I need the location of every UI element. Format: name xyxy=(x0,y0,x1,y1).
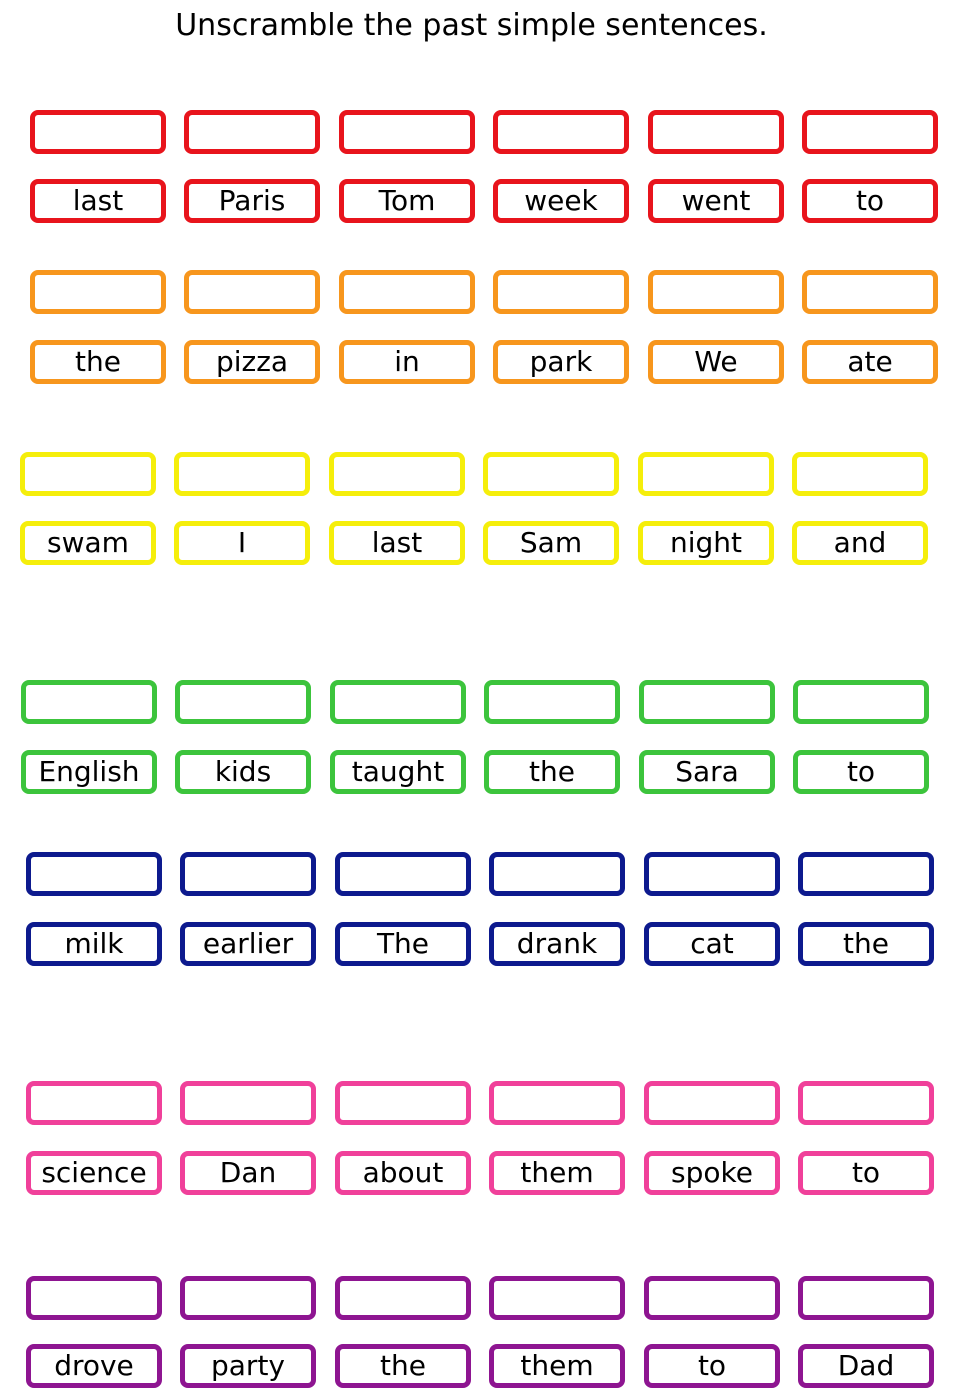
word-tile[interactable]: them xyxy=(489,1151,625,1195)
answer-slots-row xyxy=(26,1276,956,1320)
answer-slot[interactable] xyxy=(483,452,619,496)
answer-slot[interactable] xyxy=(174,452,310,496)
answer-slot[interactable] xyxy=(21,680,157,724)
word-tile[interactable]: park xyxy=(493,340,629,384)
answer-slots-row xyxy=(20,452,950,496)
answer-slot[interactable] xyxy=(175,680,311,724)
word-tile[interactable]: drove xyxy=(26,1344,162,1388)
word-tiles-row: milk earlier The drank cat the xyxy=(26,922,956,966)
answer-slot[interactable] xyxy=(798,1276,934,1320)
word-tile[interactable]: English xyxy=(21,750,157,794)
worksheet-title: Unscramble the past simple sentences. xyxy=(175,8,768,43)
word-tiles-row: last Paris Tom week went to xyxy=(30,179,957,223)
word-tile[interactable]: the xyxy=(335,1344,471,1388)
answer-slot[interactable] xyxy=(184,110,320,154)
word-tile[interactable]: cat xyxy=(644,922,780,966)
answer-slot[interactable] xyxy=(30,270,166,314)
answer-slot[interactable] xyxy=(648,270,784,314)
answer-slot[interactable] xyxy=(339,270,475,314)
answer-slot[interactable] xyxy=(489,852,625,896)
word-tile[interactable]: about xyxy=(335,1151,471,1195)
word-tile[interactable]: kids xyxy=(175,750,311,794)
answer-slot[interactable] xyxy=(180,1276,316,1320)
answer-slot[interactable] xyxy=(339,110,475,154)
answer-slots-row xyxy=(21,680,951,724)
answer-slot[interactable] xyxy=(330,680,466,724)
answer-slot[interactable] xyxy=(802,110,938,154)
answer-slot[interactable] xyxy=(335,1081,471,1125)
answer-slot[interactable] xyxy=(493,270,629,314)
answer-slot[interactable] xyxy=(644,1276,780,1320)
word-tile[interactable]: The xyxy=(335,922,471,966)
word-tile[interactable]: the xyxy=(484,750,620,794)
word-tile[interactable]: to xyxy=(802,179,938,223)
answer-slot[interactable] xyxy=(639,680,775,724)
answer-slot[interactable] xyxy=(180,1081,316,1125)
answer-slot[interactable] xyxy=(329,452,465,496)
word-tile[interactable]: last xyxy=(30,179,166,223)
word-tile[interactable]: Dad xyxy=(798,1344,934,1388)
answer-slot[interactable] xyxy=(644,1081,780,1125)
answer-slots-row xyxy=(26,852,956,896)
answer-slot[interactable] xyxy=(26,1081,162,1125)
answer-slot[interactable] xyxy=(180,852,316,896)
word-tile[interactable]: drank xyxy=(489,922,625,966)
answer-slot[interactable] xyxy=(489,1276,625,1320)
word-tile[interactable]: Paris xyxy=(184,179,320,223)
answer-slot[interactable] xyxy=(644,852,780,896)
answer-slot[interactable] xyxy=(489,1081,625,1125)
answer-slot[interactable] xyxy=(184,270,320,314)
word-tile[interactable]: night xyxy=(638,521,774,565)
word-tile[interactable]: pizza xyxy=(184,340,320,384)
word-tile[interactable]: Tom xyxy=(339,179,475,223)
word-tile[interactable]: Dan xyxy=(180,1151,316,1195)
word-tile[interactable]: the xyxy=(798,922,934,966)
answer-slot[interactable] xyxy=(26,852,162,896)
answer-slot[interactable] xyxy=(30,110,166,154)
answer-slot[interactable] xyxy=(793,680,929,724)
word-tile[interactable]: week xyxy=(493,179,629,223)
answer-slot[interactable] xyxy=(493,110,629,154)
word-tile[interactable]: We xyxy=(648,340,784,384)
answer-slots-row xyxy=(30,270,957,314)
answer-slot[interactable] xyxy=(792,452,928,496)
answer-slots-row xyxy=(26,1081,956,1125)
word-tiles-row: science Dan about them spoke to xyxy=(26,1151,956,1195)
word-tile[interactable]: party xyxy=(180,1344,316,1388)
word-tiles-row: the pizza in park We ate xyxy=(30,340,957,384)
answer-slot[interactable] xyxy=(20,452,156,496)
word-tile[interactable]: spoke xyxy=(644,1151,780,1195)
word-tiles-row: English kids taught the Sara to xyxy=(21,750,951,794)
answer-slot[interactable] xyxy=(648,110,784,154)
word-tile[interactable]: I xyxy=(174,521,310,565)
answer-slot[interactable] xyxy=(335,1276,471,1320)
word-tile[interactable]: them xyxy=(489,1344,625,1388)
word-tile[interactable]: the xyxy=(30,340,166,384)
word-tile[interactable]: to xyxy=(644,1344,780,1388)
word-tile[interactable]: to xyxy=(793,750,929,794)
answer-slot[interactable] xyxy=(798,1081,934,1125)
answer-slot[interactable] xyxy=(638,452,774,496)
word-tile[interactable]: went xyxy=(648,179,784,223)
word-tiles-row: swam Ilast Sam night and xyxy=(20,521,950,565)
word-tile[interactable]: to xyxy=(798,1151,934,1195)
answer-slot[interactable] xyxy=(802,270,938,314)
word-tile[interactable]: swam xyxy=(20,521,156,565)
word-tile[interactable]: earlier xyxy=(180,922,316,966)
word-tile[interactable]: Sara xyxy=(639,750,775,794)
word-tile[interactable]: taught xyxy=(330,750,466,794)
answer-slot[interactable] xyxy=(798,852,934,896)
word-tile[interactable]: milk xyxy=(26,922,162,966)
word-tile[interactable]: and xyxy=(792,521,928,565)
word-tile[interactable]: in xyxy=(339,340,475,384)
answer-slot[interactable] xyxy=(26,1276,162,1320)
word-tile[interactable]: ate xyxy=(802,340,938,384)
word-tile[interactable]: science xyxy=(26,1151,162,1195)
answer-slots-row xyxy=(30,110,957,154)
answer-slot[interactable] xyxy=(484,680,620,724)
word-tiles-row: drove party the them to Dad xyxy=(26,1344,956,1388)
word-tile[interactable]: Sam xyxy=(483,521,619,565)
word-tile[interactable]: last xyxy=(329,521,465,565)
answer-slot[interactable] xyxy=(335,852,471,896)
